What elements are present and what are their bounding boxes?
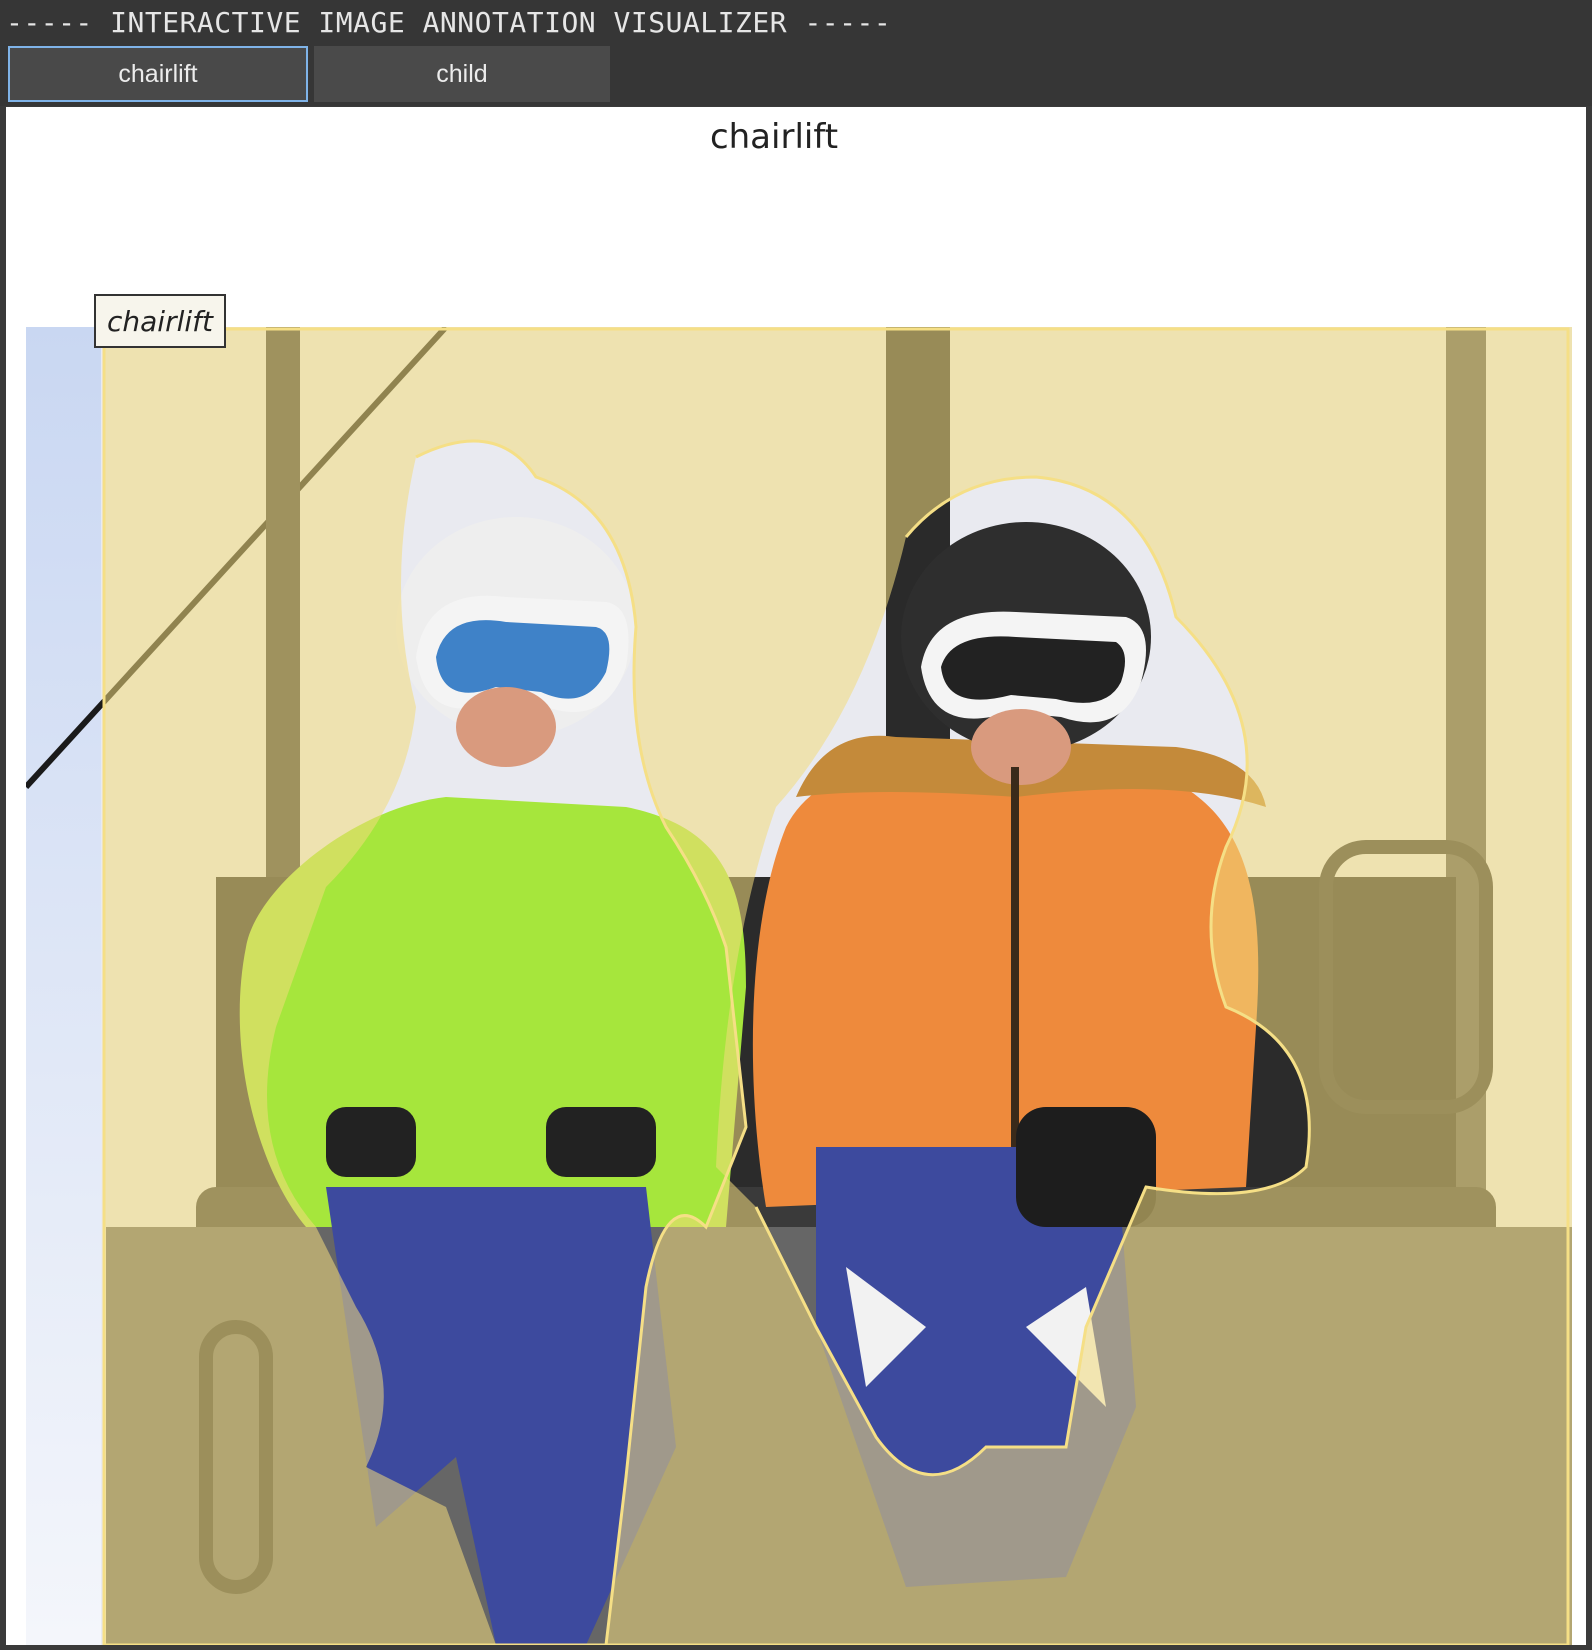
annotated-image — [26, 327, 1572, 1645]
figure-title: chairlift — [709, 117, 839, 157]
app-title: ----- INTERACTIVE IMAGE ANNOTATION VISUA… — [6, 6, 892, 39]
tab-child[interactable]: child — [314, 46, 610, 102]
tab-bar: chairlift child — [0, 44, 1592, 106]
annotation-label: chairlift — [94, 294, 226, 348]
photo-svg — [26, 327, 1572, 1645]
figure-panel: chairlift chairlift — [6, 107, 1586, 1645]
tab-chairlift[interactable]: chairlift — [8, 46, 308, 102]
app-header: ----- INTERACTIVE IMAGE ANNOTATION VISUA… — [0, 0, 1592, 44]
